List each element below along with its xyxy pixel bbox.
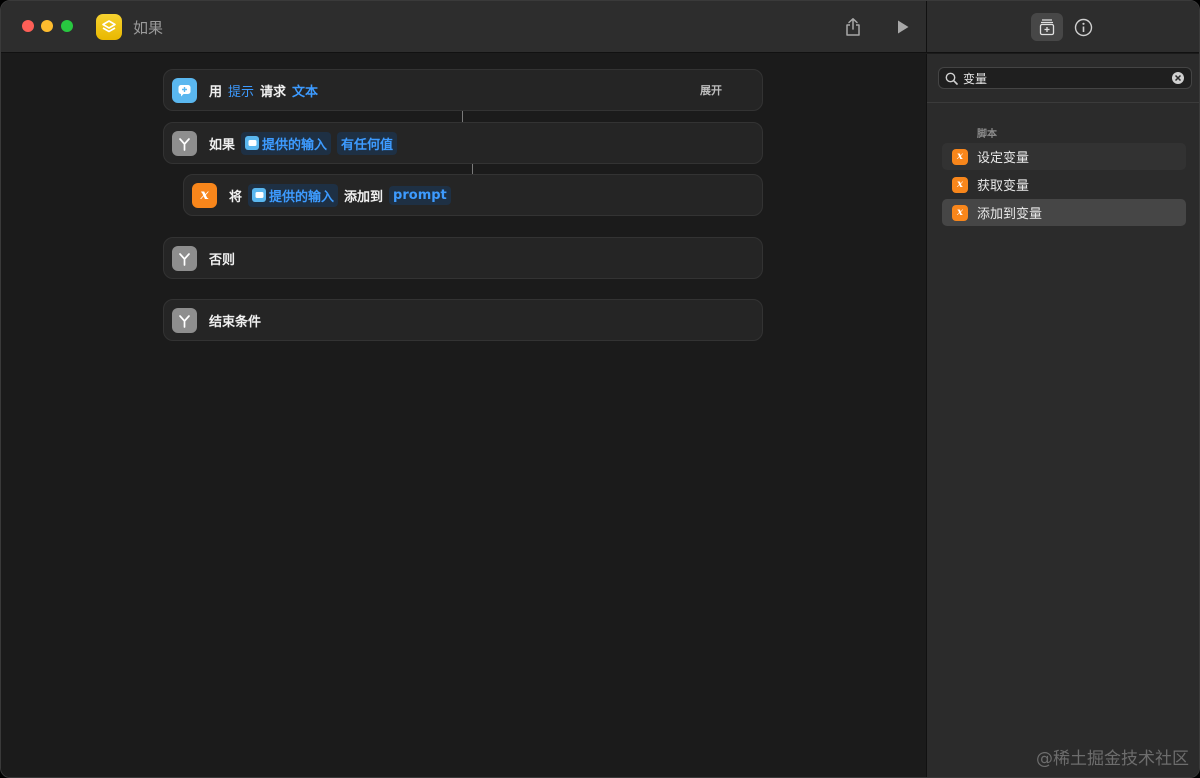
branch-icon — [172, 307, 197, 333]
info-icon — [1074, 18, 1092, 36]
app-window: 如果 用 提示 请求 文本 展开 如果 提供的输入 有任何值 x 将 提供的输入… — [0, 0, 1200, 778]
ask-input-icon — [172, 77, 197, 103]
ask-input-icon — [245, 136, 260, 150]
title-bar: 如果 — [1, 1, 926, 53]
library-item-label: 添加到变量 — [977, 207, 1043, 222]
variable-icon: x — [952, 148, 968, 165]
watermark: @稀土掘金技术社区 — [1036, 749, 1189, 769]
provided-input-variable[interactable]: 提供的输入 — [241, 131, 332, 155]
action-keyword: 请求 — [260, 84, 287, 100]
library-item-label: 获取变量 — [977, 179, 1030, 194]
shortcut-editor: 用 提示 请求 文本 展开 如果 提供的输入 有任何值 x 将 提供的输入 添加… — [1, 54, 926, 777]
section-label: 脚本 — [977, 129, 997, 140]
divider — [927, 102, 1199, 103]
library-item-label: 设定变量 — [977, 151, 1030, 166]
close-window-button[interactable] — [22, 20, 34, 32]
action-library-button[interactable] — [1031, 13, 1063, 41]
variable-name-parameter[interactable]: prompt — [389, 185, 451, 205]
play-icon — [898, 20, 909, 34]
layers-icon — [102, 20, 116, 33]
search-icon — [945, 72, 958, 85]
action-keyword: 用 — [209, 84, 223, 100]
library-item-set-variable[interactable]: x 设定变量 — [942, 143, 1186, 170]
action-library-panel: 脚本 x 设定变量 x 获取变量 x 添加到变量 — [926, 54, 1199, 777]
library-add-icon — [1039, 19, 1055, 36]
action-keyword: 添加到 — [344, 189, 384, 205]
action-add-to-variable[interactable]: x 将 提供的输入 添加到 prompt — [183, 174, 763, 216]
action-keyword: 将 — [229, 189, 243, 205]
window-title: 如果 — [133, 19, 164, 37]
variable-label: 提供的输入 — [262, 137, 328, 153]
share-icon — [846, 18, 860, 36]
share-button[interactable] — [841, 15, 865, 39]
action-otherwise[interactable]: 否则 — [163, 237, 763, 279]
prompt-parameter[interactable]: 提示 — [228, 81, 254, 100]
action-end-if[interactable]: 结束条件 — [163, 299, 763, 341]
run-button[interactable] — [891, 15, 915, 39]
branch-icon — [172, 130, 197, 156]
clear-search-icon[interactable] — [1172, 72, 1184, 84]
condition-parameter[interactable]: 有任何值 — [337, 131, 398, 155]
variable-label: 提供的输入 — [269, 189, 335, 205]
variable-icon: x — [952, 204, 968, 221]
minimize-window-button[interactable] — [41, 20, 53, 32]
panel-header — [926, 1, 1199, 53]
action-keyword: 否则 — [209, 252, 236, 268]
action-ask-for-input[interactable]: 用 提示 请求 文本 展开 — [163, 69, 763, 111]
library-item-add-to-variable[interactable]: x 添加到变量 — [942, 199, 1186, 226]
search-input[interactable] — [963, 71, 1158, 85]
provided-input-variable[interactable]: 提供的输入 — [248, 183, 339, 207]
ask-input-icon — [252, 188, 267, 202]
maximize-window-button[interactable] — [61, 20, 73, 32]
action-if[interactable]: 如果 提供的输入 有任何值 — [163, 122, 763, 164]
expand-button[interactable]: 展开 — [700, 82, 722, 98]
library-item-get-variable[interactable]: x 获取变量 — [942, 171, 1186, 198]
variable-icon: x — [952, 176, 968, 193]
variable-icon: x — [192, 182, 217, 208]
action-keyword: 如果 — [209, 137, 236, 153]
info-button[interactable] — [1071, 15, 1095, 39]
shortcuts-app-icon[interactable] — [96, 14, 122, 40]
search-field[interactable] — [938, 67, 1192, 89]
branch-icon — [172, 245, 197, 271]
action-keyword: 结束条件 — [209, 314, 262, 330]
input-type-parameter[interactable]: 文本 — [292, 81, 318, 100]
